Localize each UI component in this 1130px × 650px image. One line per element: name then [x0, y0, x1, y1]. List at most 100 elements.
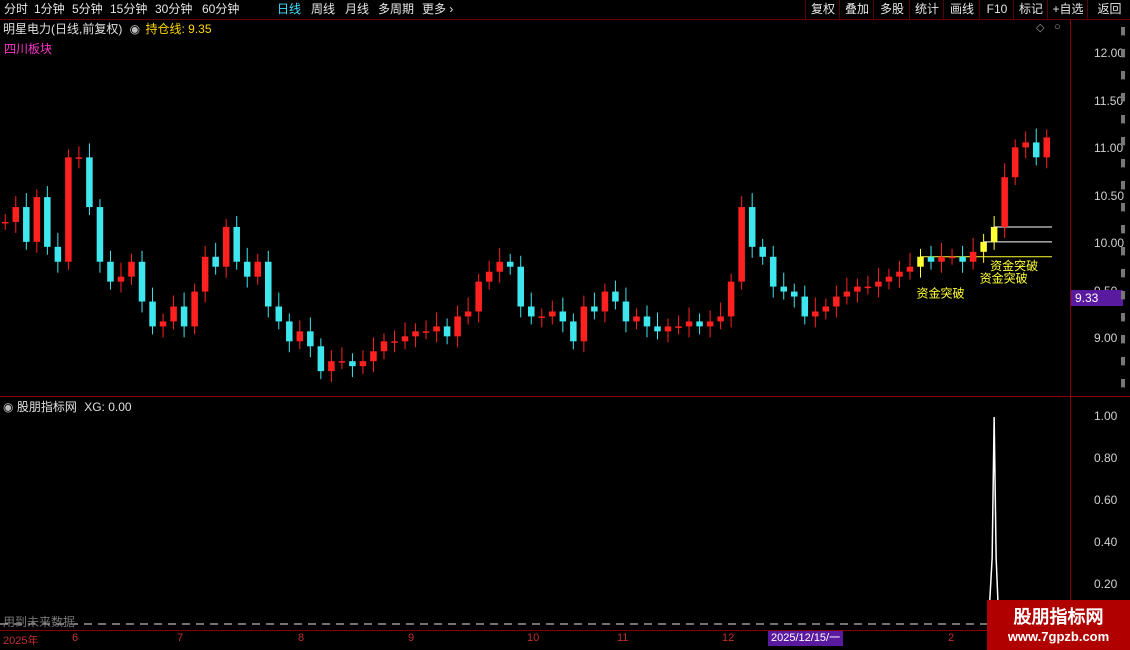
indicator-dropdown-icon[interactable]: ◉ [130, 22, 140, 36]
candle-body[interactable] [780, 286, 788, 292]
candle-body[interactable] [622, 301, 630, 322]
candle-body[interactable] [191, 291, 198, 327]
candle-body[interactable] [496, 261, 503, 272]
period-tab-daily[interactable]: 日线 [277, 1, 301, 18]
candle-body[interactable] [222, 226, 230, 267]
mark-button[interactable]: 标记 [1013, 0, 1048, 19]
candle-body[interactable] [896, 271, 903, 277]
candle-body[interactable] [138, 261, 146, 302]
candle-body[interactable] [643, 316, 651, 327]
candle-body[interactable] [527, 306, 535, 317]
candle-body[interactable] [370, 351, 377, 362]
candle-body[interactable] [601, 291, 609, 312]
candle-body[interactable] [969, 251, 977, 262]
candle-body[interactable] [349, 361, 356, 367]
candle-body[interactable] [927, 256, 935, 262]
candle-body[interactable] [391, 341, 398, 343]
candle-body[interactable] [275, 306, 283, 322]
candle-body[interactable] [801, 296, 809, 317]
signal-candle[interactable] [990, 226, 998, 242]
candle-body[interactable] [1, 221, 9, 224]
candle-body[interactable] [54, 246, 62, 262]
candle-body[interactable] [485, 271, 493, 282]
candle-body[interactable] [822, 306, 830, 312]
back-button[interactable]: 返回 [1087, 0, 1130, 19]
candle-body[interactable] [1032, 142, 1040, 158]
candle-body[interactable] [696, 321, 703, 327]
candle-body[interactable] [748, 207, 756, 247]
candle-body[interactable] [654, 326, 661, 332]
candle-body[interactable] [233, 226, 240, 262]
candle-body[interactable] [727, 281, 735, 317]
candle-body[interactable] [759, 246, 766, 257]
add-watchlist-button[interactable]: +自选 [1047, 0, 1088, 19]
candle-body[interactable] [549, 311, 556, 317]
candle-body[interactable] [864, 286, 872, 289]
candle-body[interactable] [506, 261, 514, 267]
candle-body[interactable] [107, 261, 114, 282]
candle-body[interactable] [833, 296, 840, 307]
period-tab-monthly[interactable]: 月线 [345, 1, 369, 18]
candle-body[interactable] [633, 316, 640, 322]
period-tab-more[interactable]: 更多 › [422, 1, 453, 18]
multi-stock-button[interactable]: 多股 [873, 0, 910, 19]
f10-button[interactable]: F10 [979, 0, 1014, 19]
candle-body[interactable] [812, 311, 819, 317]
candle-body[interactable] [23, 207, 30, 242]
candle-body[interactable] [959, 256, 966, 262]
candle-body[interactable] [948, 256, 956, 259]
period-tab-multi[interactable]: 多周期 [378, 1, 414, 18]
candle-body[interactable] [44, 197, 51, 247]
candle-body[interactable] [580, 306, 588, 342]
candle-body[interactable] [264, 261, 272, 307]
candle-body[interactable] [717, 316, 724, 322]
candle-body[interactable] [359, 361, 367, 367]
candle-body[interactable] [243, 261, 251, 277]
candle-body[interactable] [1001, 177, 1008, 227]
candle-body[interactable] [317, 346, 325, 372]
circle-icon[interactable]: ○ [1054, 21, 1061, 33]
candle-body[interactable] [475, 281, 482, 312]
candle-body[interactable] [96, 207, 104, 262]
candle-body[interactable] [875, 281, 882, 287]
candle-body[interactable] [938, 256, 945, 262]
candle-body[interactable] [843, 291, 851, 297]
candle-body[interactable] [75, 157, 83, 159]
candle-body[interactable] [33, 197, 41, 242]
candle-body[interactable] [854, 286, 861, 292]
period-tab-30min[interactable]: 30分钟 [155, 1, 192, 18]
candle-body[interactable] [464, 311, 472, 317]
candle-body[interactable] [1022, 142, 1029, 148]
candle-body[interactable] [906, 266, 914, 272]
period-tab-1min[interactable]: 1分钟 [34, 1, 65, 18]
candle-body[interactable] [454, 316, 461, 337]
signal-candle[interactable] [980, 241, 987, 252]
candle-body[interactable] [675, 326, 682, 328]
period-tab-fenshi[interactable]: 分时 [4, 1, 28, 18]
statistics-button[interactable]: 统计 [909, 0, 944, 19]
diamond-icon[interactable]: ◇ [1036, 21, 1044, 34]
candle-body[interactable] [338, 361, 346, 363]
candle-body[interactable] [159, 321, 167, 327]
candle-body[interactable] [117, 276, 125, 282]
candle-body[interactable] [738, 207, 745, 282]
period-tab-weekly[interactable]: 周线 [311, 1, 335, 18]
candle-body[interactable] [591, 306, 598, 312]
candle-body[interactable] [212, 256, 219, 267]
period-tab-5min[interactable]: 5分钟 [72, 1, 103, 18]
candle-body[interactable] [790, 291, 798, 297]
candle-body[interactable] [180, 306, 188, 327]
candle-body[interactable] [65, 157, 72, 262]
draw-line-button[interactable]: 画线 [943, 0, 980, 19]
candle-body[interactable] [422, 331, 430, 333]
candle-body[interactable] [517, 266, 525, 307]
candle-body[interactable] [612, 291, 619, 302]
overlay-button[interactable]: 叠加 [839, 0, 874, 19]
candle-body[interactable] [769, 256, 777, 287]
candle-body[interactable] [443, 326, 451, 337]
candle-body[interactable] [86, 157, 93, 208]
indicator-chart[interactable] [0, 397, 1070, 630]
candle-body[interactable] [412, 331, 419, 337]
period-tab-15min[interactable]: 15分钟 [110, 1, 147, 18]
candle-body[interactable] [1043, 137, 1051, 158]
